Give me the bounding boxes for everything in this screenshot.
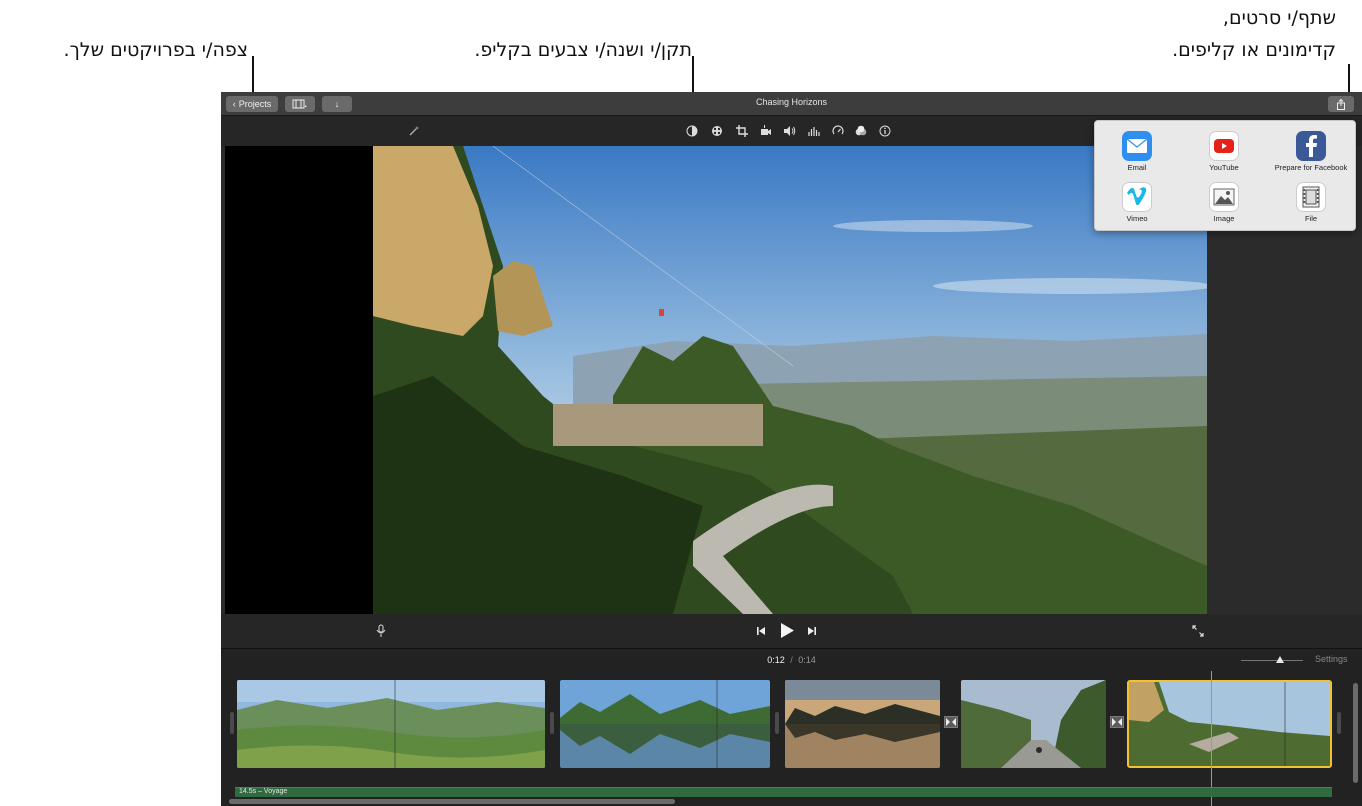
settings-button[interactable]: Settings [1315, 654, 1348, 664]
share-callout-line2: קדימונים או קליפים. [1172, 39, 1336, 61]
transition-icon[interactable] [1110, 716, 1124, 728]
share-youtube[interactable]: YouTube [1179, 131, 1269, 172]
share-button[interactable] [1328, 96, 1354, 112]
facebook-icon [1296, 131, 1326, 161]
share-youtube-label: YouTube [1209, 163, 1239, 172]
share-callout-line1: שתף/י סרטים, [1222, 7, 1336, 29]
share-file-label: File [1304, 214, 1318, 223]
share-popover: Email YouTube Prepare for Facebook Vimeo… [1094, 120, 1356, 231]
microphone-icon[interactable] [375, 623, 387, 639]
playback-controls [221, 614, 1362, 648]
projects-callout: צפה/י בפרויקטים שלך. [63, 39, 248, 61]
speed-icon[interactable] [831, 124, 845, 138]
email-icon [1122, 131, 1152, 161]
playback-time: 0:12 / 0:14 [221, 655, 1362, 665]
share-email-label: Email [1127, 163, 1147, 172]
timeline: 0:12 / 0:14 Settings 14.5s – Voyage [221, 648, 1362, 806]
audio-track-label: 14.5s – Voyage [239, 788, 288, 795]
clip-trim-handle[interactable] [230, 712, 234, 734]
noise-reduction-icon[interactable] [807, 124, 821, 138]
video-viewer [225, 146, 1207, 614]
vertical-scrollbar[interactable] [1353, 683, 1358, 783]
share-vimeo[interactable]: Vimeo [1092, 182, 1182, 223]
timeline-clip[interactable] [961, 680, 1106, 768]
share-email[interactable]: Email [1092, 131, 1182, 172]
color-correction-icon[interactable] [710, 124, 724, 138]
clip-trim-handle[interactable] [1337, 712, 1341, 734]
horizontal-scrollbar[interactable] [229, 799, 675, 804]
current-time: 0:12 [767, 655, 785, 665]
timeline-clip[interactable] [785, 680, 940, 768]
volume-icon[interactable] [782, 124, 796, 138]
share-icon [1337, 98, 1345, 110]
play-button[interactable] [779, 622, 795, 639]
adjust-callout: תקן/י ושנה/י צבעים בקליפ. [474, 39, 692, 61]
zoom-slider-knob[interactable] [1276, 656, 1284, 663]
fullscreen-icon[interactable] [1191, 624, 1205, 638]
playhead[interactable] [1211, 671, 1212, 806]
vimeo-icon [1122, 182, 1152, 212]
share-image-label: Image [1213, 214, 1235, 223]
transition-icon[interactable] [944, 716, 958, 728]
crop-icon[interactable] [735, 124, 749, 138]
share-facebook-label: Prepare for Facebook [1274, 163, 1348, 172]
share-image[interactable]: Image [1179, 182, 1269, 223]
skip-back-icon[interactable] [755, 625, 767, 637]
time-separator: / [790, 655, 793, 665]
share-file[interactable]: File [1266, 182, 1356, 223]
background-audio-track[interactable]: 14.5s – Voyage [235, 787, 1332, 797]
timeline-clip[interactable] [237, 680, 545, 768]
project-title: Chasing Horizons [755, 97, 828, 107]
total-time: 0:14 [798, 655, 816, 665]
share-facebook[interactable]: Prepare for Facebook [1266, 131, 1356, 172]
share-vimeo-label: Vimeo [1126, 214, 1148, 223]
title-bar: ‹ Projects ↓ Chasing Horizons [221, 92, 1362, 116]
skip-forward-icon[interactable] [806, 625, 818, 637]
image-icon [1209, 182, 1239, 212]
file-icon [1296, 182, 1326, 212]
info-icon[interactable] [878, 124, 892, 138]
clip-filter-icon[interactable] [854, 124, 868, 138]
youtube-icon [1209, 131, 1239, 161]
viewer-frame-image [373, 146, 1207, 614]
clip-trim-handle[interactable] [550, 712, 554, 734]
stabilization-icon[interactable] [759, 124, 773, 138]
clip-trim-handle[interactable] [775, 712, 779, 734]
projects-callout-leader [252, 56, 254, 96]
zoom-slider[interactable] [1241, 660, 1303, 661]
timeline-clip-selected[interactable] [1127, 680, 1332, 768]
color-balance-icon[interactable] [685, 124, 699, 138]
timeline-clip[interactable] [560, 680, 770, 768]
magic-wand-icon[interactable] [407, 124, 421, 138]
